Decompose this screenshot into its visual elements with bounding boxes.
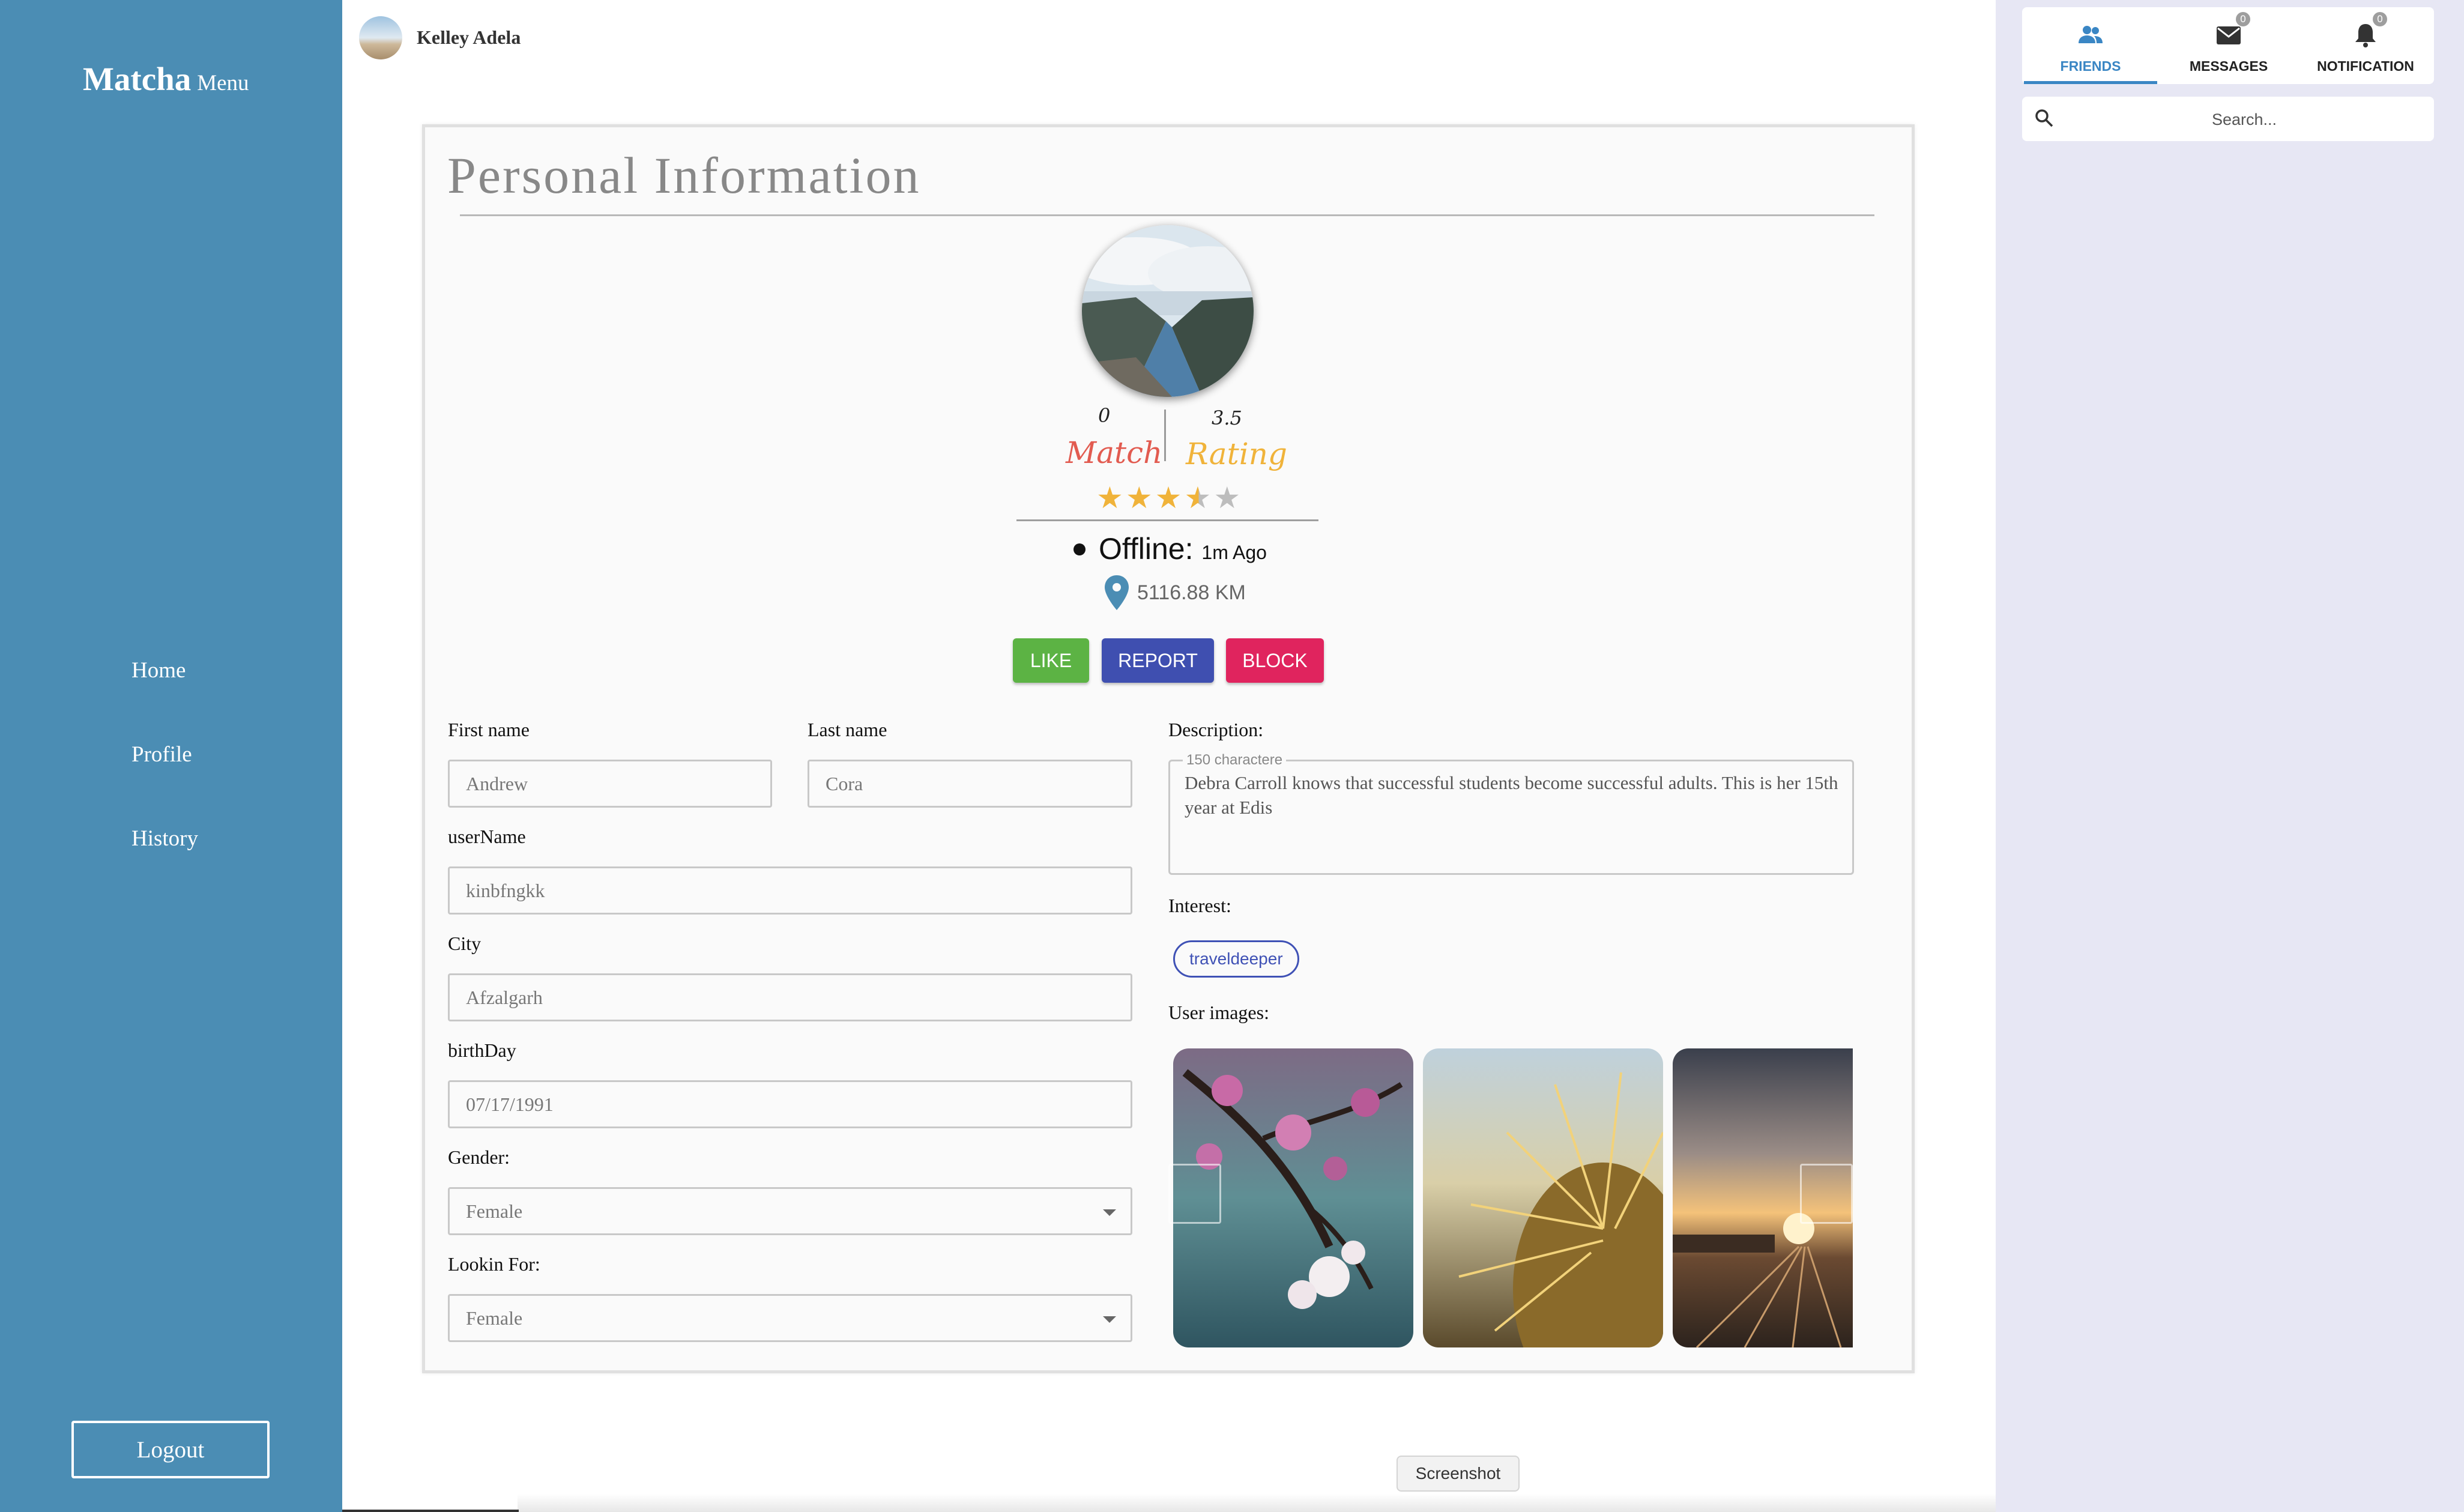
status-label: Offline: [1099, 532, 1194, 566]
chevron-down-icon [1103, 1316, 1116, 1323]
notification-badge: 0 [2373, 12, 2387, 26]
logout-button[interactable]: Logout [71, 1421, 270, 1478]
brand-logo[interactable]: Matcha Menu [83, 60, 249, 98]
username-field[interactable]: kinbfngkk [448, 866, 1132, 915]
image-prev-arrow[interactable] [1168, 1164, 1221, 1224]
star-icon: ★ [1096, 480, 1126, 515]
current-user-avatar[interactable] [359, 16, 402, 59]
interest-label: Interest: [1168, 895, 1231, 916]
tab-notification[interactable]: 0 NOTIFICATION [2297, 7, 2434, 84]
match-label: Match [1066, 435, 1163, 470]
city-field[interactable]: Afzalgarh [448, 973, 1132, 1021]
stats-divider [1164, 410, 1166, 461]
last-name-label: Last name [808, 719, 887, 740]
distance-value: 5116.88 KM [1137, 581, 1246, 604]
screenshot-tooltip: Screenshot [1397, 1456, 1520, 1492]
tab-friends-label: FRIENDS [2060, 58, 2121, 74]
gender-select[interactable]: Female [448, 1187, 1132, 1235]
sidebar-item-profile[interactable]: Profile [131, 742, 192, 767]
search-input[interactable] [2063, 99, 2426, 140]
bottom-shadow [518, 1494, 1996, 1512]
report-button[interactable]: REPORT [1102, 638, 1214, 683]
profile-avatar[interactable] [1082, 225, 1254, 397]
interest-chip[interactable]: traveldeeper [1173, 940, 1299, 978]
user-images-label: User images: [1168, 1002, 1269, 1023]
right-panel [1996, 0, 2464, 1512]
page-title: Personal Information [447, 147, 921, 204]
location-pin-icon [1105, 575, 1129, 610]
description-char-limit: 150 charactere [1183, 752, 1287, 769]
star-icon: ★ [1125, 480, 1155, 515]
description-label: Description: [1168, 719, 1264, 740]
city-label: City [448, 933, 482, 954]
tab-friends[interactable]: FRIENDS [2022, 7, 2159, 84]
tab-messages-label: MESSAGES [2189, 58, 2268, 74]
bottom-edge-line [342, 1510, 519, 1512]
first-name-field[interactable]: Andrew [448, 760, 772, 808]
brand-menu-label: Menu [197, 71, 249, 95]
block-button[interactable]: BLOCK [1226, 638, 1324, 683]
half-star-icon: ★ [1184, 480, 1214, 515]
fjord-photo [1082, 225, 1254, 397]
rating-stars: ★★★★★ [1096, 480, 1243, 515]
star-icon: ★ [1155, 480, 1185, 515]
user-image-cactus[interactable] [1423, 1048, 1663, 1347]
birthday-label: birthDay [448, 1039, 516, 1061]
sidebar-item-history[interactable]: History [131, 826, 198, 851]
first-name-label: First name [448, 719, 530, 740]
username-label: userName [448, 826, 526, 847]
active-tab-indicator [2024, 81, 2157, 84]
current-user-name: Kelley Adela [417, 26, 521, 48]
title-divider [460, 214, 1874, 216]
birthday-field[interactable]: 07/17/1991 [448, 1080, 1132, 1128]
cactus-photo [1423, 1048, 1663, 1347]
gender-label: Gender: [448, 1146, 510, 1168]
last-name-field[interactable]: Cora [808, 760, 1132, 808]
sidebar-item-home[interactable]: Home [131, 658, 186, 683]
image-next-arrow[interactable] [1800, 1164, 1853, 1224]
description-text[interactable]: Debra Carroll knows that successful stud… [1185, 770, 1839, 820]
rating-label: Rating [1186, 437, 1287, 471]
rating-value: 3.5 [1212, 407, 1242, 429]
status-dot-icon [1073, 543, 1086, 555]
match-count: 0 [1098, 404, 1111, 427]
tab-messages[interactable]: 0 MESSAGES [2160, 7, 2297, 84]
looking-for-value: Female [466, 1307, 523, 1329]
messages-badge: 0 [2236, 12, 2250, 26]
chevron-down-icon [1103, 1209, 1116, 1216]
looking-for-label: Lookin For: [448, 1253, 540, 1275]
brand-title: Matcha [83, 61, 192, 97]
star-empty-icon: ★ [1213, 480, 1243, 515]
people-icon [2079, 26, 2103, 43]
looking-for-select[interactable]: Female [448, 1294, 1132, 1342]
online-status: Offline: 1m Ago [1099, 531, 1267, 566]
status-last-seen: 1m Ago [1201, 542, 1267, 563]
stats-divider-line [1016, 519, 1318, 521]
gender-value: Female [466, 1200, 523, 1222]
like-button[interactable]: LIKE [1013, 638, 1089, 683]
tab-notification-label: NOTIFICATION [2317, 58, 2414, 74]
search-icon [2035, 109, 2053, 127]
